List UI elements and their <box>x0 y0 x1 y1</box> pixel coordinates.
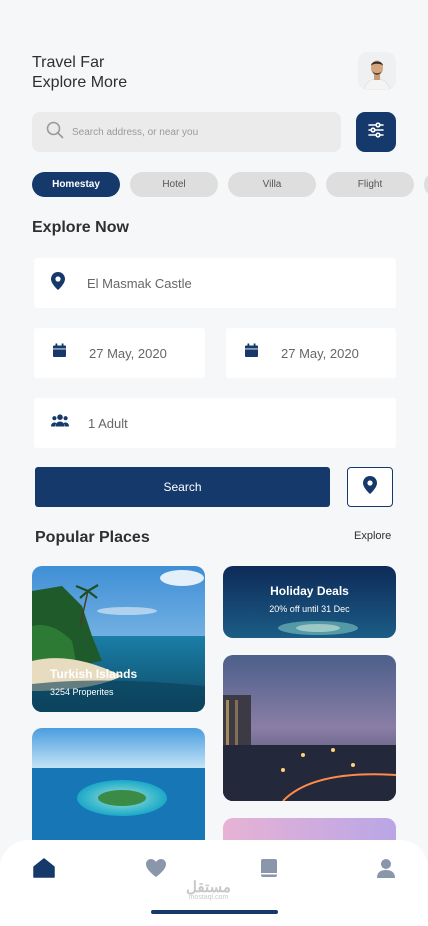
heart-icon[interactable] <box>144 856 168 880</box>
city-image <box>223 655 396 801</box>
location-pin-icon <box>363 475 377 499</box>
location-value: El Masmak Castle <box>87 275 192 291</box>
bottom-nav: مستقل mostaql.com <box>0 840 428 926</box>
place-subtitle: 3254 Properites <box>50 687 114 697</box>
check-in-field[interactable]: 27 May, 2020 <box>34 328 205 378</box>
place-card-turkish-islands[interactable]: Turkish Islands 3254 Properites <box>32 566 205 712</box>
chip-flight[interactable]: Flight <box>326 172 414 197</box>
calendar-icon <box>244 343 259 363</box>
guests-field[interactable]: 1 Adult <box>34 398 396 448</box>
place-card-city[interactable] <box>223 655 396 801</box>
search-icon <box>46 121 64 144</box>
chip-more[interactable] <box>424 172 428 197</box>
explore-title: Explore Now <box>32 219 129 236</box>
home-indicator <box>151 910 278 914</box>
location-field[interactable]: El Masmak Castle <box>34 258 396 308</box>
chip-villa[interactable]: Villa <box>228 172 316 197</box>
greeting-line-1: Travel Far <box>32 54 105 71</box>
check-out-value: 27 May, 2020 <box>281 345 359 361</box>
search-button[interactable]: Search <box>35 467 330 507</box>
island-aerial-image <box>223 566 396 638</box>
place-title: Holiday Deals <box>270 584 349 598</box>
place-subtitle: 20% off until 31 Dec <box>269 604 350 614</box>
search-input[interactable] <box>72 126 322 138</box>
popular-title: Popular Places <box>35 529 150 546</box>
user-photo <box>358 52 396 90</box>
sliders-icon <box>367 121 385 143</box>
users-icon <box>51 414 69 432</box>
location-pin-icon <box>51 271 65 295</box>
profile-icon[interactable] <box>374 856 398 880</box>
calendar-icon <box>52 343 67 363</box>
filter-button[interactable] <box>356 112 396 152</box>
check-out-field[interactable]: 27 May, 2020 <box>226 328 396 378</box>
avatar[interactable] <box>358 52 396 90</box>
chip-hotel[interactable]: Hotel <box>130 172 218 197</box>
map-button[interactable] <box>347 467 393 507</box>
guests-value: 1 Adult <box>88 415 128 431</box>
chip-homestay[interactable]: Homestay <box>32 172 120 197</box>
home-icon[interactable] <box>32 856 56 880</box>
check-in-value: 27 May, 2020 <box>89 345 167 361</box>
watermark-url: mostaql.com <box>188 894 229 901</box>
watermark: مستقل mostaql.com <box>186 878 231 901</box>
greeting-line-2: Explore More <box>32 74 128 91</box>
place-title: Turkish Islands <box>50 667 138 681</box>
explore-link[interactable]: Explore <box>354 530 391 542</box>
search-bar[interactable] <box>32 112 341 152</box>
book-icon[interactable] <box>257 856 281 880</box>
greeting: Travel Far Explore More <box>32 53 127 93</box>
category-chips: Homestay Hotel Villa Flight <box>32 172 428 197</box>
place-card-holiday-deals[interactable]: Holiday Deals 20% off until 31 Dec <box>223 566 396 638</box>
